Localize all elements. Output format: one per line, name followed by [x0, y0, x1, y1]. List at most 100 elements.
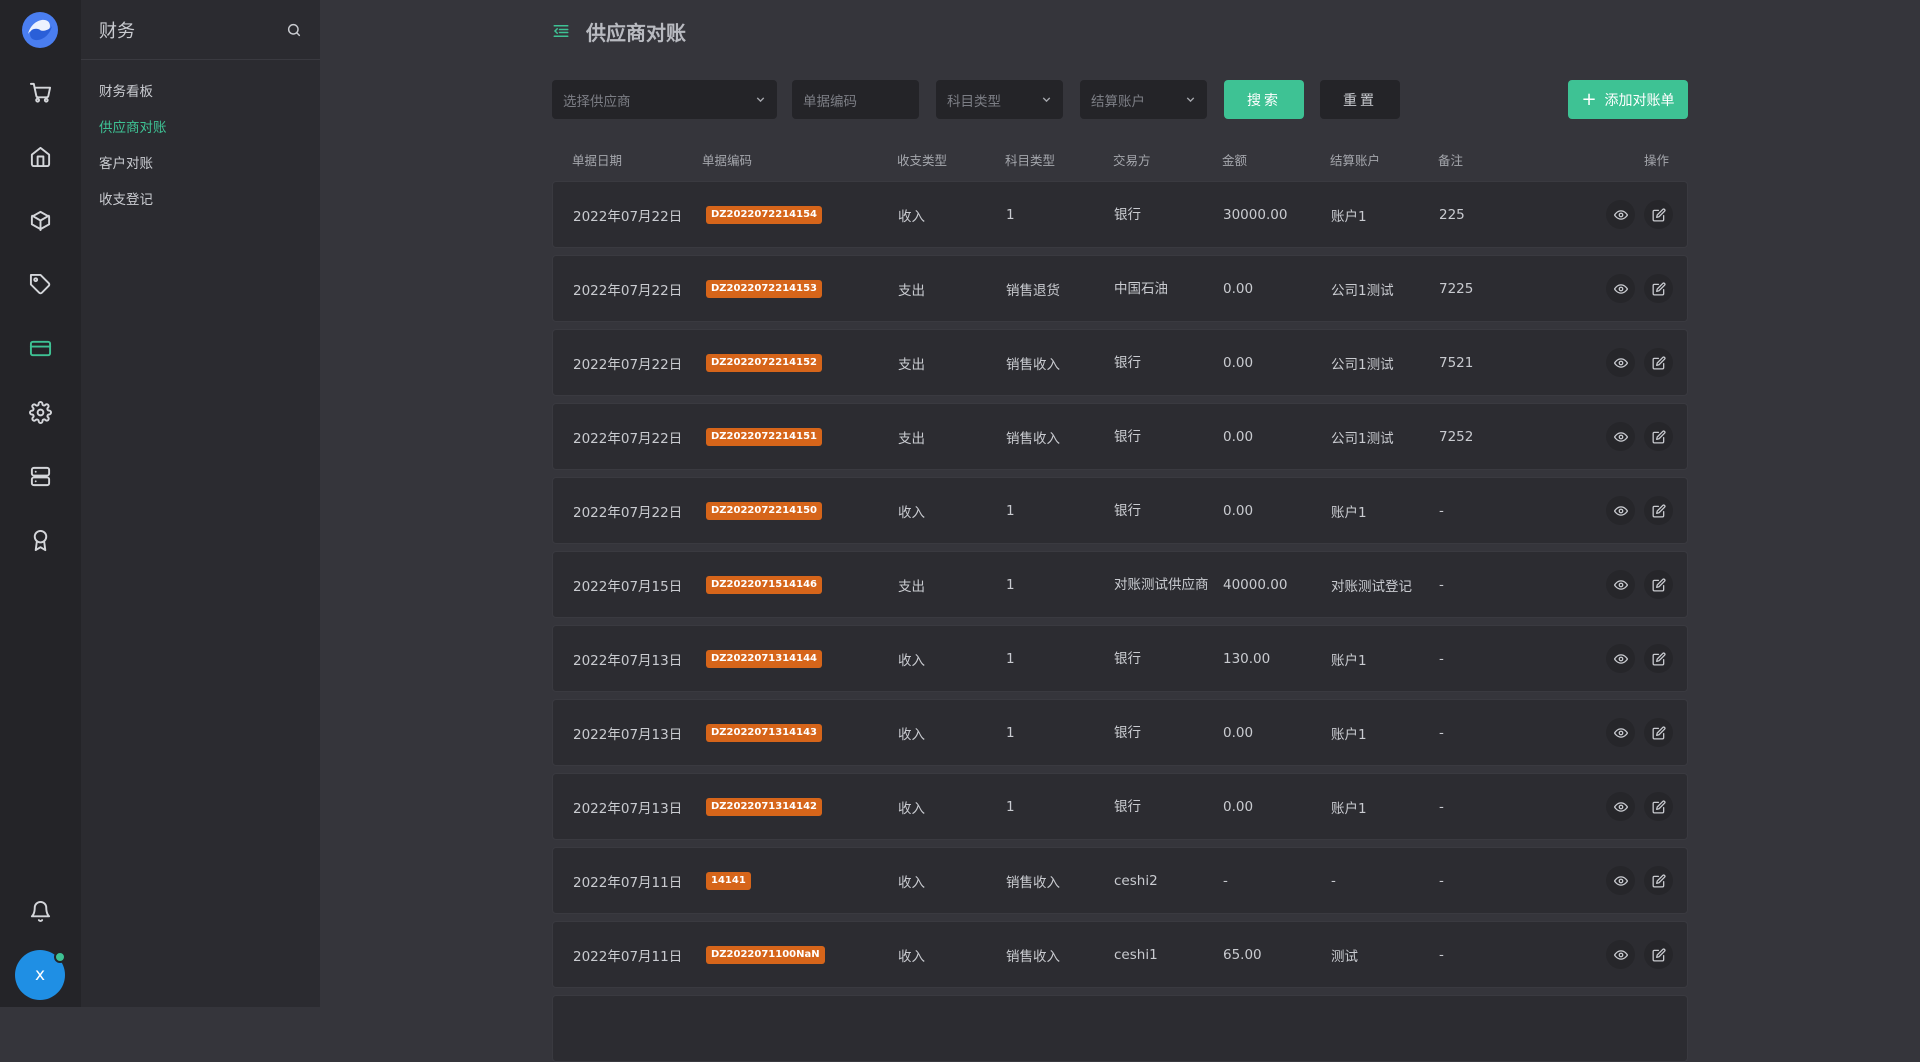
cell-code: DZ2022072214152 [706, 330, 823, 395]
view-button[interactable] [1606, 570, 1635, 599]
submenu-item-customer-reconciliation[interactable]: 客户对账 [81, 146, 320, 182]
cell-io-type: 收入 [898, 700, 925, 765]
edit-button[interactable] [1644, 496, 1673, 525]
view-button[interactable] [1606, 792, 1635, 821]
supplier-select[interactable]: 选择供应商 [552, 80, 777, 119]
eye-icon [1613, 949, 1628, 960]
edit-button[interactable] [1644, 274, 1673, 303]
edit-button[interactable] [1644, 200, 1673, 229]
submenu-item-dashboard[interactable]: 财务看板 [81, 74, 320, 110]
cell-amount: 40000.00 [1223, 552, 1287, 617]
view-button[interactable] [1606, 422, 1635, 451]
cell-code: DZ2022072214151 [706, 404, 823, 469]
gear-icon[interactable] [26, 398, 54, 426]
subject-select[interactable]: 科目类型 [936, 80, 1063, 119]
table-row[interactable] [552, 995, 1688, 1062]
col-subject: 科目类型 [1005, 153, 1056, 168]
menu-indent-icon[interactable] [552, 22, 570, 40]
view-button[interactable] [1606, 274, 1635, 303]
col-ops: 操作 [1644, 153, 1670, 168]
cell-remark-text: - [1439, 502, 1444, 519]
cell-account: 公司1测试 [1331, 330, 1394, 395]
tag-icon[interactable] [26, 270, 54, 298]
cell-code: DZ2022072214153 [706, 256, 823, 321]
table-row[interactable]: 2022年07月11日 14141 收入 销售收入 ceshi2 - - - [552, 847, 1688, 914]
cell-remark-text: - [1439, 946, 1444, 963]
edit-icon [1652, 651, 1666, 665]
cell-amount-text: 0.00 [1223, 502, 1254, 519]
table-row[interactable]: 2022年07月22日 DZ2022072214153 支出 销售退货 中国石油 0.00… [552, 255, 1688, 322]
cell-subject: 1 [1006, 478, 1015, 543]
cell-subject: 1 [1006, 700, 1015, 765]
cell-amount-text: 0.00 [1223, 280, 1254, 297]
box-icon[interactable] [26, 206, 54, 234]
cell-party: 银行 [1114, 700, 1209, 765]
view-button[interactable] [1606, 940, 1635, 969]
cell-account: - [1331, 848, 1336, 913]
edit-button[interactable] [1644, 940, 1673, 969]
edit-button[interactable] [1644, 792, 1673, 821]
bell-icon[interactable] [26, 897, 54, 925]
code-input-placeholder: 单据编码 [803, 93, 857, 110]
cell-account-text: 账户1 [1331, 652, 1367, 669]
table-row[interactable]: 2022年07月11日 DZ2022071100NaN 收入 销售收入 ceshi1 65… [552, 921, 1688, 988]
code-badge: DZ2022072214154 [706, 205, 823, 224]
cart-icon[interactable] [26, 78, 54, 106]
table-row[interactable]: 2022年07月13日 DZ2022071314143 收入 1 银行 0.00 账户1 - [552, 699, 1688, 766]
home-icon[interactable] [26, 142, 54, 170]
cell-code: DZ2022072214150 [706, 478, 823, 543]
cell-amount-text: 0.00 [1223, 354, 1254, 371]
search-button[interactable]: 搜索 [1224, 80, 1304, 119]
cell-party: ceshi2 [1114, 848, 1209, 913]
table-row[interactable]: 2022年07月22日 DZ2022072214154 收入 1 银行 30000.00 账… [552, 181, 1688, 248]
table-row[interactable]: 2022年07月22日 DZ2022072214152 支出 销售收入 银行 0.00 公司… [552, 329, 1688, 396]
view-button[interactable] [1606, 200, 1635, 229]
eye-icon [1613, 579, 1628, 590]
view-button[interactable] [1606, 644, 1635, 673]
award-icon[interactable] [26, 526, 54, 554]
table-row[interactable]: 2022年07月13日 DZ2022071314142 收入 1 银行 0.00 账户1 - [552, 773, 1688, 840]
cell-code: DZ2022071314144 [706, 626, 823, 691]
account-select[interactable]: 结算账户 [1080, 80, 1207, 119]
edit-button[interactable] [1644, 718, 1673, 747]
user-avatar[interactable]: x [15, 950, 66, 1000]
view-button[interactable] [1606, 348, 1635, 377]
view-button[interactable] [1606, 718, 1635, 747]
edit-icon [1652, 429, 1666, 443]
cell-remark-text: - [1439, 872, 1444, 889]
add-statement-button[interactable]: + 添加对账单 [1568, 80, 1688, 119]
edit-button[interactable] [1644, 570, 1673, 599]
cell-date: 2022年07月22日 [573, 182, 682, 247]
add-statement-label: 添加对账单 [1604, 92, 1675, 109]
edit-button[interactable] [1644, 866, 1673, 895]
app-logo-icon[interactable] [20, 10, 60, 50]
cell-party: 银行 [1114, 404, 1209, 469]
col-date: 单据日期 [572, 153, 623, 168]
cell-account: 公司1测试 [1331, 256, 1394, 321]
code-badge: 14141 [706, 871, 751, 890]
server-icon[interactable] [26, 462, 54, 490]
cell-remark: - [1439, 700, 1444, 765]
edit-button[interactable] [1644, 422, 1673, 451]
submenu-title: 财务 [99, 20, 135, 42]
table-row[interactable]: 2022年07月22日 DZ2022072214150 收入 1 银行 0.00 账户1 - [552, 477, 1688, 544]
card-icon[interactable] [26, 334, 54, 362]
cell-remark: - [1439, 478, 1444, 543]
cell-io-type: 支出 [898, 404, 925, 469]
table-row[interactable]: 2022年07月15日 DZ2022071514146 支出 1 对账测试供应商 4000… [552, 551, 1688, 618]
table-row[interactable]: 2022年07月13日 DZ2022071314144 收入 1 银行 130.00 账户1… [552, 625, 1688, 692]
finance-submenu: 财务 财务看板 供应商对账 客户对账 收支登记 [81, 0, 320, 1007]
table-row[interactable]: 2022年07月22日 DZ2022072214151 支出 销售收入 银行 0.00 公司… [552, 403, 1688, 470]
cell-account: 对账测试登记 [1331, 552, 1412, 617]
cell-date-text: 2022年07月11日 [573, 874, 683, 891]
reset-button[interactable]: 重置 [1320, 80, 1400, 119]
search-icon[interactable] [286, 22, 302, 38]
edit-button[interactable] [1644, 348, 1673, 377]
edit-button[interactable] [1644, 644, 1673, 673]
submenu-item-income-expense[interactable]: 收支登记 [81, 182, 320, 218]
code-input[interactable]: 单据编码 [792, 80, 919, 119]
view-button[interactable] [1606, 866, 1635, 895]
submenu-item-supplier-reconciliation[interactable]: 供应商对账 [81, 110, 320, 146]
view-button[interactable] [1606, 496, 1635, 525]
edit-icon [1652, 947, 1666, 961]
